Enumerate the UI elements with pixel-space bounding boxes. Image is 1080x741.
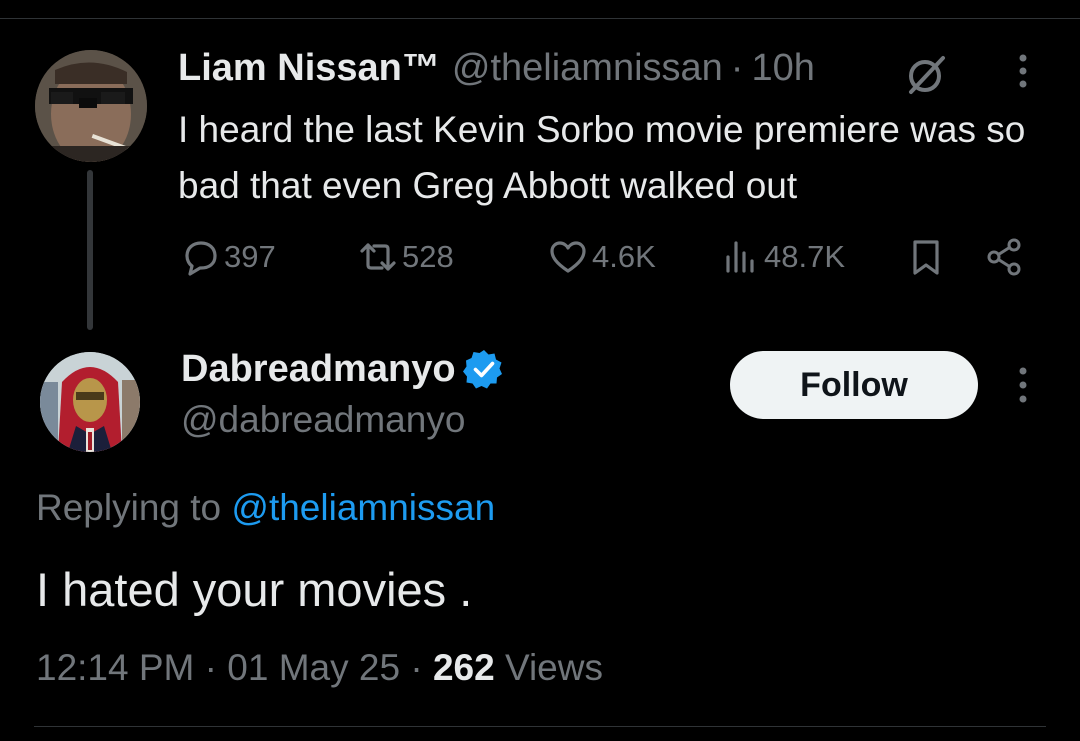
follow-button[interactable]: Follow — [730, 351, 978, 419]
parent-timestamp[interactable]: 10h — [751, 47, 814, 90]
bottom-divider — [34, 726, 1046, 727]
speech-bubble-icon — [185, 241, 217, 276]
views-count-bold: 262 — [432, 647, 495, 688]
replying-to-line: Replying to @theliamnissan — [36, 484, 495, 532]
bookmark-icon — [913, 240, 939, 275]
like-action[interactable]: 4.6K — [546, 234, 656, 280]
parent-tweet-text: I heard the last Kevin Sorbo movie premi… — [178, 109, 1026, 206]
reply-tweet-text: I hated your movies . — [36, 563, 473, 616]
share-action[interactable] — [982, 234, 1026, 280]
top-divider — [0, 18, 1080, 19]
share-icon — [987, 238, 1021, 276]
reply-action[interactable]: 397 — [178, 234, 276, 280]
bookmark-action[interactable] — [904, 234, 948, 280]
tweet-metadata: 12:14 PM · 01 May 25 · 262 Views — [36, 644, 603, 692]
parent-display-name[interactable]: Liam Nissan™ — [178, 47, 440, 90]
tweet-time[interactable]: 12:14 PM — [36, 647, 194, 688]
bar-chart-icon — [726, 241, 754, 273]
tweet-date[interactable]: 01 May 25 — [227, 647, 400, 688]
views-label: Views — [504, 647, 603, 688]
repost-action[interactable]: 528 — [356, 234, 454, 280]
grok-icon[interactable] — [903, 50, 951, 98]
repost-count: 528 — [402, 239, 454, 274]
parent-handle[interactable]: @theliamnissan — [452, 47, 723, 90]
avatar-dabreadmanyo[interactable] — [40, 352, 140, 452]
replying-to-label: Replying to — [36, 487, 222, 528]
reply-display-name[interactable]: Dabreadmanyo — [181, 348, 456, 391]
tweet-thread: Liam Nissan™ @theliamnissan · 10h I hear… — [0, 0, 1080, 741]
heart-icon — [550, 241, 586, 273]
meta-separator: · — [410, 647, 423, 688]
meta-separator: · — [204, 647, 217, 688]
replying-to-handle-link[interactable]: @theliamnissan — [231, 487, 495, 528]
parent-tweet-header: Liam Nissan™ @theliamnissan · 10h — [178, 44, 815, 92]
more-vertical-icon[interactable] — [1008, 50, 1038, 92]
more-vertical-icon[interactable] — [1008, 362, 1038, 408]
reply-handle[interactable]: @dabreadmanyo — [181, 396, 465, 444]
views-count: 48.7K — [764, 239, 846, 274]
tweet-action-bar: 397 528 4.6K 48.7K — [178, 234, 1038, 280]
reply-display-name-row: Dabreadmanyo — [181, 344, 506, 394]
avatar-liam-nissan[interactable] — [35, 50, 147, 162]
verified-badge-icon — [462, 350, 502, 389]
reply-count: 397 — [224, 239, 276, 274]
repost-arrows-icon — [360, 243, 396, 271]
like-count: 4.6K — [592, 239, 656, 274]
header-separator: · — [730, 46, 744, 89]
views-action[interactable]: 48.7K — [718, 234, 845, 280]
thread-connector-line — [87, 170, 93, 330]
